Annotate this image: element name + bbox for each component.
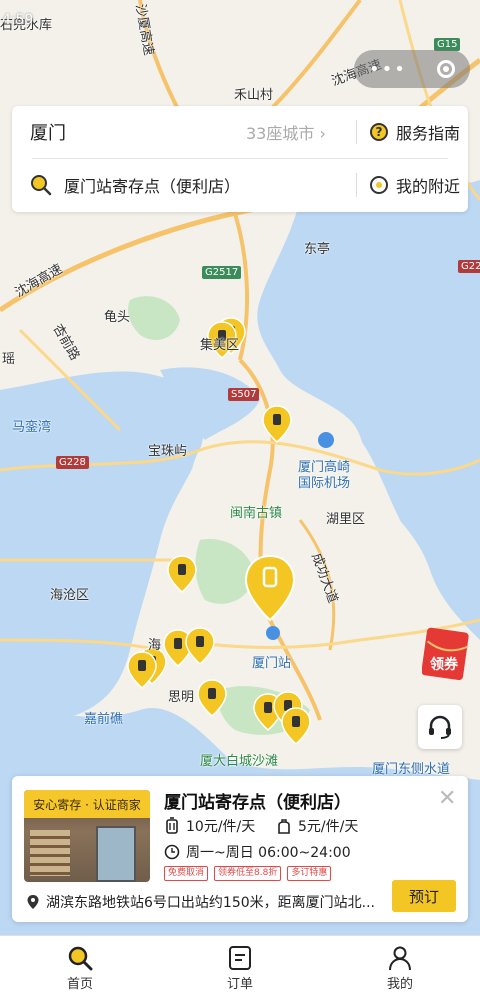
- hours-text: 周一~周日 06:00~24:00: [186, 845, 351, 861]
- address-text: 湖滨东路地铁站6号口出站约150米，距离厦门站北...: [46, 895, 375, 911]
- coupon-label: 领券: [430, 657, 458, 673]
- tab-label: 首页: [66, 976, 93, 992]
- coupon-button[interactable]: 领券: [421, 626, 470, 681]
- divider: [356, 173, 357, 197]
- miniprogram-capsule[interactable]: •••: [354, 50, 470, 88]
- promo-chip: 多订特惠: [287, 866, 332, 881]
- store-card[interactable]: 安心寄存 · 认证商家 厦门站寄存点（便利店） ✕ 10元/件/天 5元/件/天…: [12, 776, 468, 922]
- large-price-text: 10元/件/天: [186, 819, 256, 835]
- tab-orders[interactable]: 订单: [160, 936, 320, 1000]
- small-luggage-price: 5元/件/天: [276, 816, 358, 836]
- location-pin-icon: [27, 895, 39, 909]
- store-title: 厦门站寄存点（便利店）: [164, 793, 351, 813]
- map-label: 东亭: [304, 242, 331, 257]
- map-label: 龟头: [104, 310, 131, 325]
- shelf-image: [30, 830, 70, 876]
- map-label: 禾山村: [234, 88, 274, 103]
- bottom-tab-bar: 首页 订单 我的: [0, 935, 480, 1000]
- road-shield: G2517: [202, 266, 242, 279]
- service-guide-button[interactable]: ? 服务指南: [370, 120, 460, 144]
- divider: [356, 120, 357, 144]
- map-label: 湖里区: [326, 512, 366, 527]
- store-address: 湖滨东路地铁站6号口出站约150米，距离厦门站北...: [26, 892, 376, 912]
- road-shield: S507: [228, 388, 260, 401]
- nearby-button[interactable]: 我的附近: [370, 173, 460, 197]
- status-clock: 4:59: [2, 12, 34, 28]
- promo-chips: 免费取消 领券低至8.8折 多订特惠: [164, 866, 332, 881]
- large-luggage-price: 10元/件/天: [164, 816, 255, 836]
- search-input[interactable]: 厦门站寄存点（便利店）: [64, 173, 240, 197]
- headset-icon: [429, 715, 451, 739]
- order-icon: [229, 945, 251, 970]
- tab-label: 我的: [386, 976, 413, 992]
- search-icon: [31, 175, 52, 196]
- more-icon[interactable]: •••: [369, 59, 407, 80]
- location-target-icon: [370, 176, 388, 194]
- map-label: 国际机场: [298, 476, 351, 491]
- business-hours: 周一~周日 06:00~24:00: [164, 842, 351, 862]
- question-icon: ?: [370, 123, 388, 141]
- road-shield: G22: [458, 260, 480, 273]
- close-miniprogram-icon[interactable]: [436, 60, 455, 78]
- map-label: 厦大白城沙滩: [200, 754, 279, 769]
- map-label: 厦门站: [252, 656, 292, 671]
- map-label: 瑶: [2, 352, 16, 367]
- road-shield: G228: [56, 456, 89, 469]
- store-photo[interactable]: 安心寄存 · 认证商家: [24, 790, 150, 882]
- city-selector[interactable]: 厦门: [30, 119, 66, 145]
- map-label: 宝珠屿: [148, 444, 188, 459]
- map-label: 海: [148, 638, 162, 653]
- small-price-text: 5元/件/天: [298, 819, 359, 835]
- service-guide-label: 服务指南: [396, 124, 461, 143]
- city-count-link[interactable]: 33座城市 ›: [246, 120, 326, 144]
- map-label: 马銮湾: [12, 420, 52, 435]
- map-label: 闽南古镇: [230, 506, 283, 521]
- close-icon[interactable]: ✕: [438, 786, 456, 811]
- map-label: 嘉前礁: [84, 712, 124, 727]
- book-button[interactable]: 预订: [392, 880, 456, 912]
- map-label: 海沧区: [50, 588, 90, 603]
- customer-service-button[interactable]: [418, 705, 462, 749]
- clock-icon: [164, 844, 180, 860]
- promo-chip: 领券低至8.8折: [214, 866, 282, 881]
- map-label: 厦门东侧水道: [372, 762, 451, 777]
- nearby-label: 我的附近: [396, 177, 461, 196]
- user-icon: [389, 946, 411, 970]
- tab-label: 订单: [226, 976, 253, 992]
- map-label: 集美区: [200, 338, 240, 353]
- search-card: 厦门 33座城市 › ? 服务指南 厦门站寄存点（便利店） 我的附近: [12, 106, 468, 212]
- search-row[interactable]: 厦门站寄存点（便利店） 我的附近: [12, 159, 468, 211]
- promo-chip: 免费取消: [164, 866, 209, 881]
- city-row[interactable]: 厦门 33座城市 › ? 服务指南: [12, 106, 468, 158]
- certified-badge: 安心寄存 · 认证商家: [24, 790, 150, 818]
- suitcase-icon: [166, 817, 178, 834]
- search-icon: [68, 946, 93, 970]
- bag-icon: [278, 819, 290, 834]
- door-image: [96, 826, 136, 882]
- map-label: 思明: [168, 690, 195, 705]
- tab-home[interactable]: 首页: [0, 936, 160, 1000]
- tab-profile[interactable]: 我的: [320, 936, 480, 1000]
